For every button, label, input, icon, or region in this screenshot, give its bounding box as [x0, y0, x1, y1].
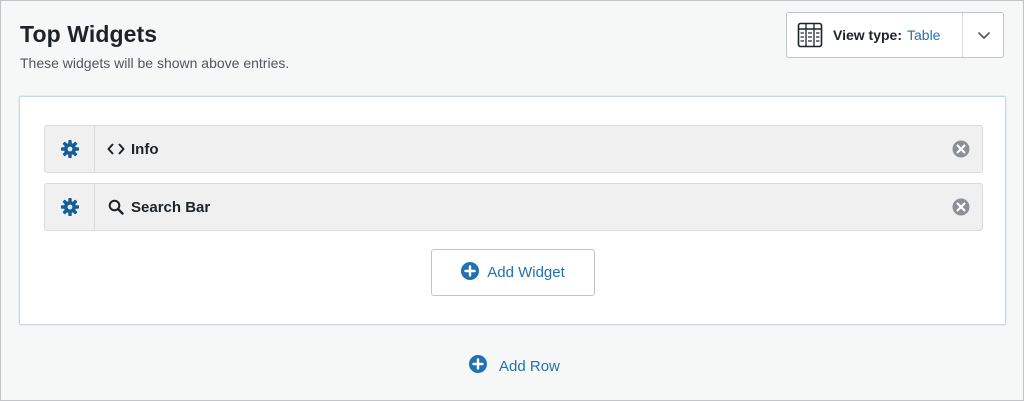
plus-circle-icon: [469, 355, 487, 377]
view-type-value: Table: [907, 27, 941, 43]
search-icon: [107, 198, 125, 216]
view-type-label: View type: Table: [833, 27, 941, 43]
add-widget-button[interactable]: Add Widget: [431, 249, 595, 296]
widget-area-frame: Top Widgets These widgets will be shown …: [0, 0, 1024, 401]
add-widget-label: Add Widget: [487, 264, 565, 281]
add-row-button[interactable]: Add Row: [469, 353, 560, 379]
widget-item-search-bar[interactable]: Search Bar: [44, 183, 983, 231]
code-icon: [107, 140, 125, 158]
plus-circle-icon: [461, 261, 480, 284]
remove-circle-icon[interactable]: [952, 198, 970, 216]
widget-item-info[interactable]: Info: [44, 125, 983, 173]
widget-label: Info: [131, 140, 159, 158]
widgets-row-panel: Info Search Bar Add Widget: [19, 96, 1006, 325]
remove-circle-icon[interactable]: [952, 140, 970, 158]
section-subtitle: These widgets will be shown above entrie…: [20, 55, 290, 71]
widget-label: Search Bar: [131, 198, 211, 216]
chevron-down-icon[interactable]: [963, 13, 1004, 57]
view-type-selector[interactable]: View type: Table: [786, 12, 1004, 58]
table-icon: [797, 22, 823, 48]
add-row-label: Add Row: [499, 357, 560, 375]
gear-icon[interactable]: [45, 126, 95, 172]
section-title: Top Widgets: [20, 21, 158, 47]
gear-icon[interactable]: [45, 184, 95, 230]
